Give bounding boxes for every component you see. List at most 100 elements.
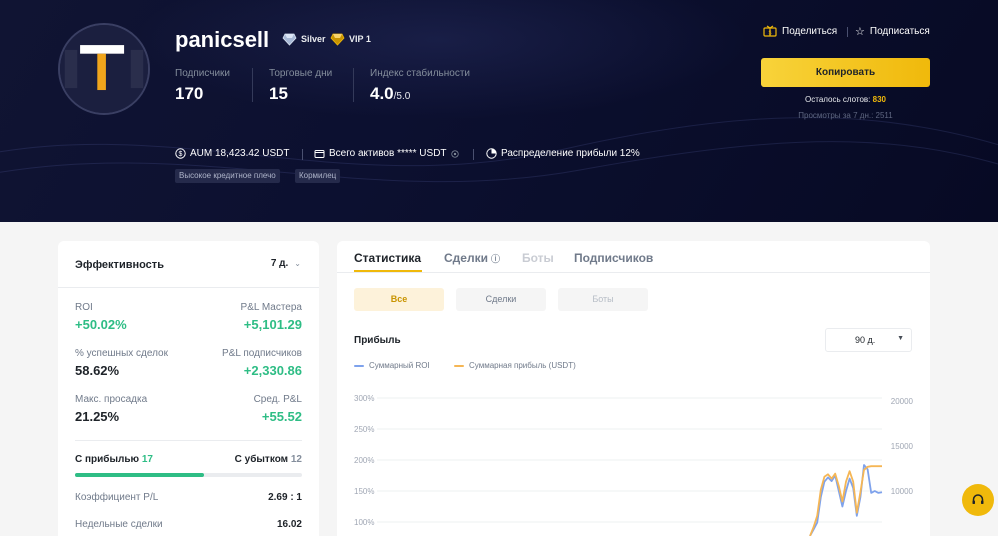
stability-index-max: /5.0 xyxy=(393,91,411,102)
silver-diamond-icon xyxy=(282,33,297,46)
subtab-all[interactable]: Все xyxy=(354,288,444,311)
profit-chart-title: Прибыль xyxy=(354,335,401,346)
trading-days-label: Торговые дни xyxy=(269,68,333,79)
subtab-bots[interactable]: Боты xyxy=(558,288,648,311)
remaining-slots: Осталось слотов: 830 xyxy=(761,95,930,104)
tab-bots[interactable]: Боты xyxy=(522,251,554,265)
performance-title: Эффективность xyxy=(75,259,164,271)
period-value: 7 д. xyxy=(270,258,289,269)
tab-statistics[interactable]: Статистика xyxy=(354,251,421,265)
subscribe-label: Подписаться xyxy=(869,26,930,37)
roi-label: ROI xyxy=(75,302,93,313)
chevron-down-icon: ⌄ xyxy=(294,259,301,268)
info-icon: ⓘ xyxy=(490,253,500,264)
divider xyxy=(58,287,319,288)
win-loss-bar-fill xyxy=(75,473,204,477)
losing-trades-label: С убытком xyxy=(234,454,289,465)
divider xyxy=(75,440,302,441)
avg-pnl-label: Сред. P&L xyxy=(253,394,302,405)
y-right-tick-label: 10000 xyxy=(891,487,914,496)
legend-cumulative-roi: Суммарный ROI xyxy=(354,361,430,370)
silver-badge-label: Silver xyxy=(301,34,326,44)
remaining-slots-value: 830 xyxy=(872,95,886,104)
weekly-trades-label: Недельные сделки xyxy=(75,519,163,530)
tab-trades[interactable]: Сделки ⓘ xyxy=(444,251,500,265)
master-pnl-value: +5,101.29 xyxy=(243,317,302,332)
eye-toggle-icon[interactable] xyxy=(450,149,459,158)
stat-divider xyxy=(252,68,253,102)
support-button[interactable] xyxy=(962,484,994,516)
copy-button[interactable]: Копировать xyxy=(761,58,930,87)
info-divider xyxy=(473,149,474,160)
follower-pnl-label: P&L подписчиков xyxy=(222,348,302,359)
y-left-tick-label: 200% xyxy=(354,456,374,465)
profile-header: panicsell Silver VIP 1 Подписчики 170 То… xyxy=(0,0,998,222)
pl-ratio-label: Коэффициент P/L xyxy=(75,492,159,503)
stability-index-value: 4.0/5.0 xyxy=(370,84,410,104)
headset-icon xyxy=(972,494,984,504)
tab-followers[interactable]: Подписчиков xyxy=(574,251,653,265)
tab-trades-label: Сделки xyxy=(444,251,488,265)
statistics-card: Статистика Сделки ⓘ Боты Подписчиков Все… xyxy=(337,241,930,536)
max-drawdown-value: 21.25% xyxy=(75,409,120,424)
master-pnl-label: P&L Мастера xyxy=(240,302,302,313)
win-rate-value: 58.62% xyxy=(75,363,120,378)
pl-ratio-value: 2.69 : 1 xyxy=(268,492,302,503)
profit-chart: 300% 250% 200% 150% 100% 20000 15000 10000 xyxy=(354,394,914,536)
y-right-tick-label: 20000 xyxy=(891,397,914,406)
profit-share-info: Распределение прибыли 12% xyxy=(486,148,640,159)
follower-pnl-value: +2,330.86 xyxy=(243,363,302,378)
stability-index-score: 4.0 xyxy=(370,84,394,103)
header-wave-decoration xyxy=(0,117,998,183)
silver-badge: Silver xyxy=(282,31,326,47)
period-dropdown[interactable]: 7 д. ⌄ xyxy=(271,258,301,269)
stability-index-label: Индекс стабильности xyxy=(370,68,471,79)
gift-share-icon: $ xyxy=(763,25,777,37)
svg-text:$: $ xyxy=(769,31,772,37)
caret-down-icon: ▼ xyxy=(897,335,904,342)
vip-diamond-icon xyxy=(330,33,345,46)
y-right-tick-label: 15000 xyxy=(891,442,914,451)
svg-text:$: $ xyxy=(179,151,183,158)
share-divider xyxy=(847,27,848,37)
followers-label: Подписчики xyxy=(175,68,231,79)
weekly-trades-value: 16.02 xyxy=(276,519,302,530)
stat-divider xyxy=(353,68,354,102)
share-button[interactable]: $ Поделиться xyxy=(763,25,837,37)
avg-pnl-value: +55.52 xyxy=(261,409,302,424)
chart-range-dropdown[interactable]: 90 д. ▼ xyxy=(825,328,912,352)
legend-label: Суммарная прибыль (USDT) xyxy=(469,361,576,370)
info-divider xyxy=(302,149,303,160)
username: panicsell xyxy=(175,27,270,52)
legend-label: Суммарный ROI xyxy=(369,361,430,370)
aum-text: AUM 18,423.42 USDT xyxy=(190,148,290,159)
tag-high-leverage: Высокое кредитное плечо xyxy=(175,169,280,183)
y-left-tick-label: 100% xyxy=(354,518,374,527)
aum-info: $ AUM 18,423.42 USDT xyxy=(175,148,290,159)
subtab-trades[interactable]: Сделки xyxy=(456,288,546,311)
winning-trades-count: 17 xyxy=(141,454,153,465)
share-label: Поделиться xyxy=(782,25,838,37)
winning-trades: С прибылью 17 xyxy=(75,454,153,465)
dollar-circle-icon: $ xyxy=(175,148,186,159)
star-icon: ☆ xyxy=(855,26,865,38)
divider xyxy=(337,272,930,273)
losing-trades-count: 12 xyxy=(290,454,302,465)
total-assets-info: Всего активов ***** USDT xyxy=(314,148,459,159)
trading-days-value: 15 xyxy=(269,84,288,103)
pie-chart-icon xyxy=(486,148,497,159)
views-count: Просмотры за 7 дн.: 2511 xyxy=(798,111,893,120)
y-left-tick-label: 250% xyxy=(354,425,374,434)
legend-cumulative-profit: Суммарная прибыль (USDT) xyxy=(454,361,576,370)
avatar xyxy=(58,23,150,115)
total-assets-text: Всего активов ***** USDT xyxy=(329,148,447,159)
roi-value: +50.02% xyxy=(75,317,127,332)
performance-card: Эффективность 7 д. ⌄ ROI +50.02% P&L Мас… xyxy=(58,241,319,536)
wallet-icon xyxy=(314,150,325,158)
subscribe-button[interactable]: ☆ Подписаться xyxy=(855,25,930,38)
profit-share-text: Распределение прибыли 12% xyxy=(501,148,640,159)
y-left-tick-label: 150% xyxy=(354,487,374,496)
losing-trades: С убытком 12 xyxy=(235,454,302,465)
tag-breadwinner: Кормилец xyxy=(295,169,341,183)
chart-range-value: 90 д. xyxy=(855,335,876,345)
